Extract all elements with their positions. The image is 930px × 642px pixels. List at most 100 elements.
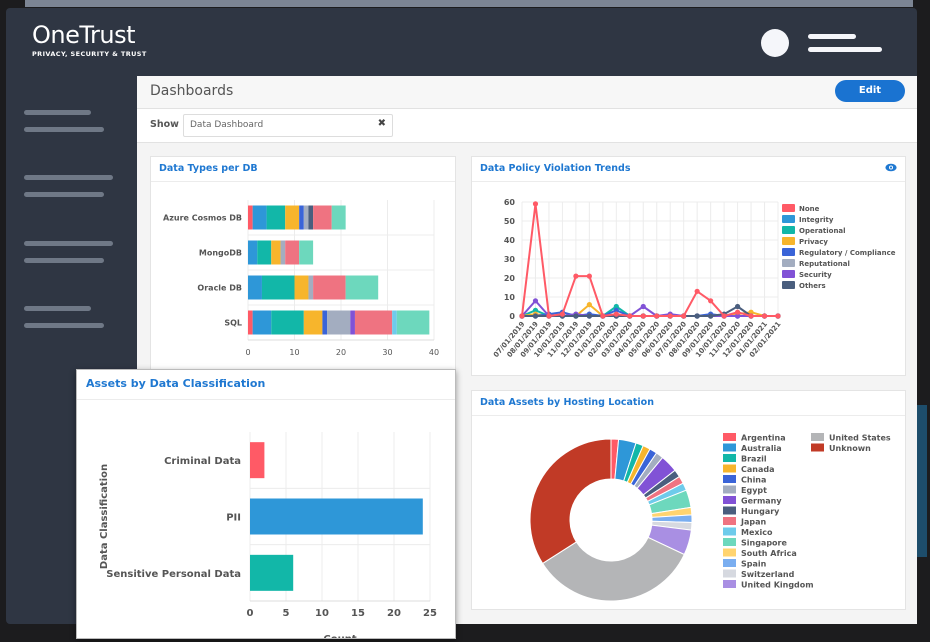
legend-label: Privacy	[799, 238, 828, 246]
data-point	[586, 313, 592, 319]
bar-segment	[280, 240, 286, 265]
bar-segment	[303, 205, 309, 230]
hamburger-menu-icon[interactable]	[806, 32, 882, 54]
data-point	[532, 298, 539, 304]
x-tick-label: 25	[423, 608, 437, 619]
legend-label: Australia	[741, 444, 782, 453]
data-point	[694, 313, 700, 319]
sidebar-line	[24, 175, 113, 180]
bar-segment	[354, 310, 393, 335]
legend-swatch	[811, 433, 824, 441]
x-tick-label: 20	[336, 348, 346, 357]
legend-swatch	[723, 569, 736, 578]
data-point	[519, 313, 525, 319]
card-title: Data Policy Violation Trends	[480, 163, 631, 174]
menu-line	[808, 34, 856, 39]
sidebar-item-3[interactable]	[24, 239, 114, 265]
legend-label: Security	[799, 271, 832, 279]
legend-label: South Africa	[741, 549, 797, 558]
dashboard-select[interactable]: Data Dashboard ✖	[183, 114, 393, 137]
category-label: PII	[226, 513, 241, 524]
user-avatar-icon[interactable]	[761, 29, 789, 57]
onetrust-logo[interactable]: OneTrust PRIVACY, SECURITY & TRUST	[32, 22, 147, 58]
hosting-location-chart: ArgentinaAustralia BrazilCanada ChinaEgypt…	[529, 433, 891, 602]
x-axis-title: Count	[323, 634, 356, 638]
x-tick-label: 0	[247, 608, 254, 619]
y-tick-label: 0	[509, 312, 515, 321]
legend-swatch	[723, 475, 736, 483]
card-data-types-per-db: Data Types per DB 0 10 20 30 40 Azure Cosmos …	[150, 156, 456, 370]
y-tick-label: 40	[504, 236, 516, 245]
legend-swatch	[723, 517, 736, 525]
bar-segment	[285, 240, 300, 265]
legend-swatch	[782, 226, 795, 234]
x-tick-label: 10	[315, 608, 329, 619]
legend-label: Egypt	[741, 486, 767, 495]
sidebar-item-2[interactable]	[24, 173, 114, 199]
bar-segment	[285, 205, 300, 230]
bar	[250, 442, 265, 479]
bar-segment	[248, 205, 253, 230]
y-axis-title: Data Classification	[99, 464, 110, 569]
sidebar-line	[24, 306, 91, 311]
bar-segment	[308, 205, 314, 230]
legend-swatch	[723, 485, 736, 494]
legend-label: United States	[829, 434, 891, 443]
bar-segment	[271, 240, 281, 265]
legend-swatch	[723, 580, 736, 588]
data-point	[748, 313, 754, 319]
legend-label: Japan	[740, 518, 767, 527]
data-point	[532, 313, 539, 319]
legend-label: Spain	[741, 560, 767, 569]
page-header: Dashboards Edit	[137, 76, 917, 109]
y-tick-label: 20	[504, 274, 516, 283]
bar-segment	[331, 205, 346, 230]
x-tick-label: 20	[387, 608, 401, 619]
x-tick-label: 0	[245, 348, 250, 357]
data-point	[640, 313, 646, 319]
legend-swatch	[782, 248, 795, 256]
legend-label: Argentina	[741, 434, 786, 443]
legend-swatch	[782, 204, 795, 212]
card-title: Data Types per DB	[159, 163, 258, 174]
classification-chart: 0 5 10 15 20 25 Criminal Data PII Sensitive Pers…	[99, 432, 437, 638]
logo-tagline: PRIVACY, SECURITY & TRUST	[32, 50, 147, 58]
sidebar-item-4[interactable]	[24, 304, 114, 330]
legend-label: Regulatory / Compliance	[799, 249, 896, 257]
sidebar-item-1[interactable]	[24, 108, 114, 134]
bar-segment	[392, 310, 397, 335]
legend-label: United Kingdom	[741, 581, 814, 590]
legend-label: None	[799, 205, 820, 213]
eye-icon[interactable]	[885, 163, 897, 172]
sidebar-line	[24, 241, 113, 246]
data-point	[600, 313, 606, 319]
data-point	[708, 298, 714, 304]
data-point	[721, 313, 727, 319]
y-tick-label: 60	[504, 198, 516, 207]
data-point	[627, 313, 633, 319]
legend-label: Reputational	[799, 260, 850, 268]
bar-segment	[345, 275, 379, 300]
legend-swatch	[723, 496, 736, 504]
bar-segment	[248, 310, 253, 335]
card-title: Assets by Data Classification	[86, 377, 266, 390]
data-point	[546, 313, 552, 319]
menu-line	[808, 47, 882, 52]
clear-icon[interactable]: ✖	[378, 118, 386, 129]
legend-swatch	[723, 538, 736, 546]
legend-swatch	[723, 506, 736, 515]
legend-swatch	[723, 559, 736, 567]
legend-swatch	[723, 454, 736, 462]
y-tick-label: 50	[504, 217, 516, 226]
card-hosting-location: Data Assets by Hosting Location Argentin…	[471, 390, 906, 610]
legend-label: Singapore	[741, 539, 787, 548]
category-label: Criminal Data	[164, 456, 241, 467]
filter-row: Show Data Dashboard ✖	[137, 109, 917, 143]
legend-swatch	[782, 281, 795, 289]
x-tick-label: 30	[382, 348, 392, 357]
data-point	[667, 313, 673, 319]
edit-button[interactable]: Edit	[835, 80, 905, 102]
data-point	[613, 311, 619, 317]
data-point	[654, 313, 660, 319]
background-accent	[917, 405, 927, 557]
